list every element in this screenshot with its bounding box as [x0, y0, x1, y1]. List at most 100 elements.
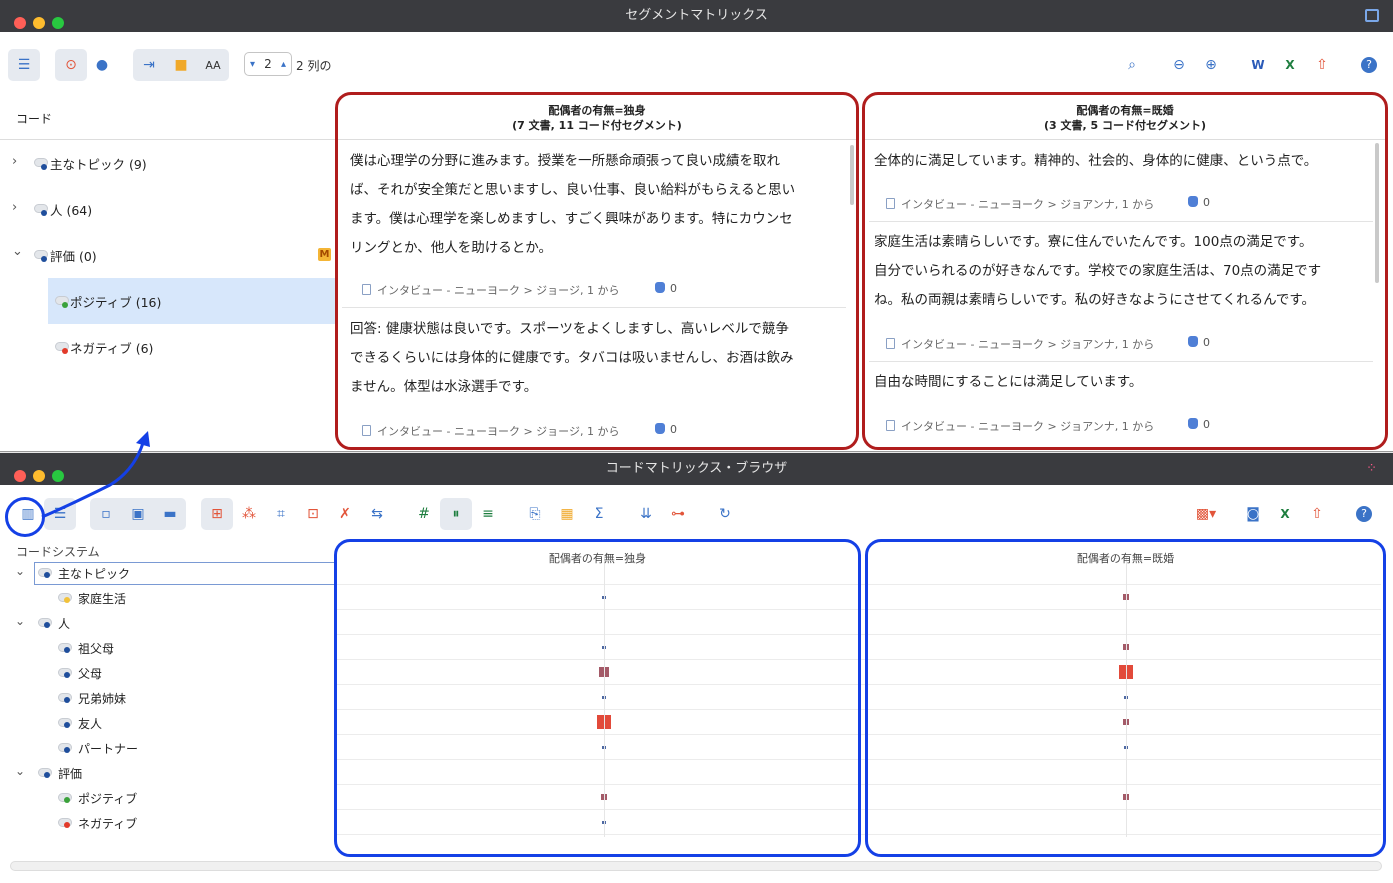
tree-item-negative[interactable]: ネガティブ (6) [0, 324, 336, 370]
columns-stepper[interactable]: ▾ 2 ▴ [244, 52, 292, 76]
segment-weight[interactable]: 0 [1188, 418, 1210, 431]
chevron-right-icon[interactable]: › [12, 200, 17, 215]
show-document-button[interactable]: ⇥ [133, 49, 165, 81]
divider [869, 221, 1373, 222]
segment-text[interactable]: 全体的に満足しています。精神的、社会的、身体的に健康、という点で。 [874, 147, 1317, 176]
segment-source: インタビュー - ニューヨーク > ジョアンナ, 1 から [901, 420, 1155, 433]
chevron-down-icon[interactable]: ▾ [250, 59, 255, 70]
code-color-dot [44, 772, 50, 778]
segment-text[interactable]: 回答: 健康状態は良いです。スポーツをよくしますし、高いレベルで競争 できるくら… [350, 315, 793, 402]
tree-item-evaluation[interactable]: ⌄ 評価 (0) [0, 232, 336, 278]
export-excel-button[interactable]: X [1269, 498, 1301, 530]
subcode-icon: ⌗ [277, 506, 285, 522]
segment-source: インタビュー - ニューヨーク > ジョージ, 1 から [377, 425, 620, 438]
count-hits-button[interactable]: # [408, 498, 440, 530]
list-view-button[interactable]: ☰ [8, 49, 40, 81]
matrix-column-single: 配偶者の有無=独身 [334, 539, 861, 857]
segment-line: ば、それが安全策だと思いますし、良い仕事、良い給料がもらえると思い [350, 182, 796, 198]
activation-button[interactable]: ⊙ [55, 49, 87, 81]
activate-codes-button[interactable]: ⊞ [201, 498, 233, 530]
sort-icon: ⇊ [640, 506, 652, 522]
documents-button[interactable]: ⎘ [519, 498, 551, 530]
matrix-column-header[interactable]: 配偶者の有無=独身 [337, 550, 858, 566]
grid-button[interactable]: ▦ [551, 498, 583, 530]
chevron-down-icon[interactable]: ⌄ [15, 614, 25, 628]
memo-icon: ■ [174, 57, 188, 73]
camera-icon: ◙ [1246, 506, 1260, 522]
tree-item-people[interactable]: › 人 (64) [0, 186, 336, 232]
matrix-column-header[interactable]: 配偶者の有無=既婚 [868, 550, 1383, 566]
segment-text[interactable]: 自由な時間にすることには満足しています。 [874, 368, 1142, 397]
segment-weight[interactable]: 0 [1188, 196, 1210, 209]
chevron-up-icon[interactable]: ▴ [281, 59, 286, 70]
chevron-right-icon[interactable]: › [12, 154, 17, 169]
segment-column-single: 配偶者の有無=独身 (7 文書, 11 コード付セグメント) 僕は心理学の分野に… [335, 92, 859, 450]
search-icon: ⌕ [1128, 57, 1136, 73]
matrix-column-married: 配偶者の有無=既婚 [865, 539, 1386, 857]
visual-tools-icon: ▩▾ [1195, 506, 1217, 522]
horizontal-scrollbar[interactable] [10, 861, 1382, 871]
help-button[interactable]: ? [1353, 49, 1385, 81]
chevron-down-icon[interactable]: ⌄ [15, 764, 25, 778]
segment-source-link[interactable]: インタビュー - ニューヨーク > ジョアンナ, 1 から [886, 336, 1154, 352]
segment-source-link[interactable]: インタビュー - ニューヨーク > ジョージ, 1 から [362, 423, 619, 439]
divider [342, 307, 846, 308]
zoom-window-button[interactable] [52, 17, 64, 29]
column-header: 配偶者の有無=既婚 (3 文書, 5 コード付セグメント) [865, 103, 1385, 133]
code-remove-button[interactable]: ✗ [329, 498, 361, 530]
refresh-button[interactable]: ↻ [709, 498, 741, 530]
segment-text[interactable]: 僕は心理学の分野に進みます。授業を一所懸命頑張って良い成績を取れ ば、それが安全… [350, 147, 795, 263]
chevron-down-icon[interactable]: ⌄ [15, 564, 25, 578]
segment-source-link[interactable]: インタビュー - ニューヨーク > ジョアンナ, 1 から [886, 196, 1154, 212]
code-hide-button[interactable]: ⊡ [297, 498, 329, 530]
zoom-in-button[interactable]: ⊕ [1195, 49, 1227, 81]
symbol-view-button[interactable]: ⏸ [440, 498, 472, 530]
tree-item-label: 人 (64) [50, 203, 93, 218]
segment-weight[interactable]: 0 [655, 423, 677, 436]
zoom-out-button[interactable]: ⊖ [1163, 49, 1195, 81]
text-view-button[interactable]: ≡ [472, 498, 504, 530]
memo-badge-icon[interactable]: M [318, 248, 331, 261]
segment-weight[interactable]: 0 [655, 282, 677, 295]
annotation-arrow [41, 431, 150, 519]
segment-text[interactable]: 家庭生活は素晴らしいです。寮に住んでいたんです。100点の満足です。 自分でいら… [874, 228, 1321, 315]
hash-icon: # [418, 506, 430, 522]
text-view-icon: ≡ [482, 506, 494, 522]
document-icon [886, 420, 895, 431]
code-transpose-button[interactable]: ⇆ [361, 498, 393, 530]
search-button[interactable]: ⌕ [1116, 49, 1148, 81]
arrow-head [136, 431, 150, 447]
export-button[interactable]: ⇧ [1306, 49, 1338, 81]
tree-item-positive[interactable]: ポジティブ (16) [0, 278, 336, 324]
sum-button[interactable]: Σ [583, 498, 615, 530]
code-color-dot [41, 164, 47, 170]
column-header-title: 配偶者の有無=既婚 [1076, 104, 1174, 117]
help-button[interactable]: ? [1348, 498, 1380, 530]
arrow-path [41, 439, 146, 519]
close-window-button[interactable] [14, 470, 26, 482]
segment-source-link[interactable]: インタビュー - ニューヨーク > ジョージ, 1 から [362, 282, 619, 298]
export-word-button[interactable]: W [1242, 49, 1274, 81]
link-button[interactable]: ⊶ [662, 498, 694, 530]
chevron-down-icon[interactable]: ⌄ [12, 244, 23, 259]
code-color-dot [44, 622, 50, 628]
comment-button[interactable]: ● [86, 49, 118, 81]
font-size-button[interactable]: AA [197, 49, 229, 81]
segment-source-link[interactable]: インタビュー - ニューヨーク > ジョアンナ, 1 から [886, 418, 1154, 434]
code-filter-button[interactable]: ⁂ [233, 498, 265, 530]
export-excel-button[interactable]: X [1274, 49, 1306, 81]
vertical-scrollbar[interactable] [850, 145, 854, 205]
vertical-scrollbar[interactable] [1375, 143, 1379, 283]
screenshot-button[interactable]: ◙ [1237, 498, 1269, 530]
transpose-icon: ⇆ [371, 506, 383, 522]
show-memo-button[interactable]: ■ [165, 49, 197, 81]
code-subcode-button[interactable]: ⌗ [265, 498, 297, 530]
columns-view-icon[interactable] [1365, 9, 1379, 22]
segment-weight[interactable]: 0 [1188, 336, 1210, 349]
minimize-window-button[interactable] [33, 17, 45, 29]
close-window-button[interactable] [14, 17, 26, 29]
sort-button[interactable]: ⇊ [630, 498, 662, 530]
export-button[interactable]: ⇧ [1301, 498, 1333, 530]
tree-item-main-topics[interactable]: › 主なトピック (9) [0, 140, 336, 186]
visual-tools-dropdown[interactable]: ▩▾ [1190, 498, 1222, 530]
